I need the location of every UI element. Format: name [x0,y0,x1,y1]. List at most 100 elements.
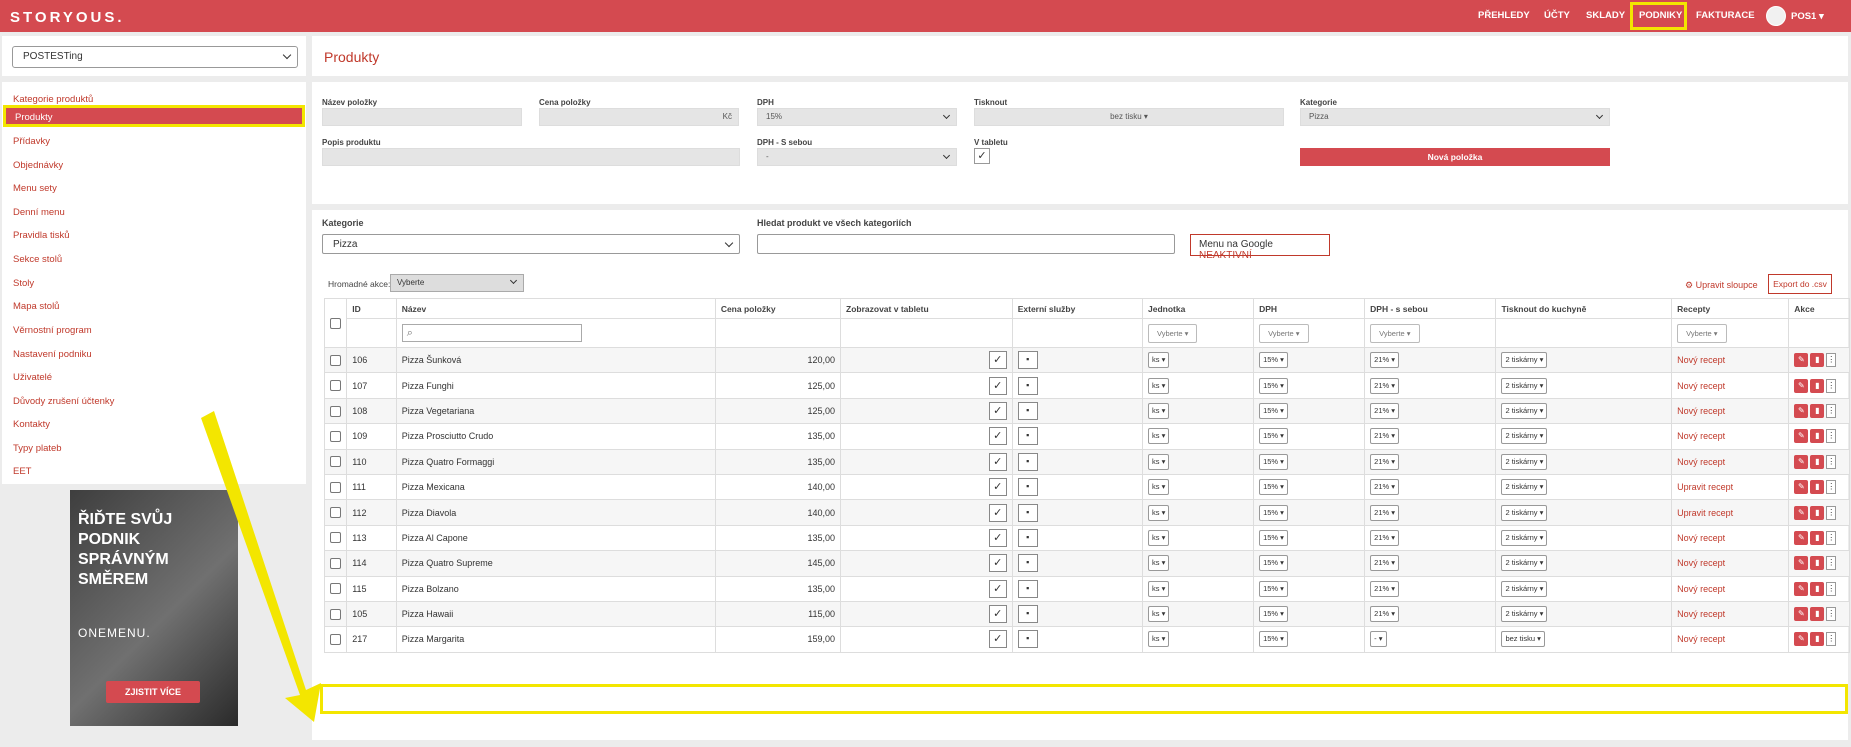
tablet-checkmark-icon[interactable]: ✓ [988,554,1007,573]
storyous-logo[interactable]: STORYOUS. [10,9,125,26]
tablet-checkmark-icon[interactable]: ✓ [988,351,1007,370]
tablet-checkmark-icon[interactable]: ✓ [988,376,1007,395]
row-checkbox[interactable] [330,405,341,417]
vat-takeaway-select[interactable]: - ▾ [1370,631,1387,648]
drag-handle-icon[interactable]: ⋮ [1826,556,1837,571]
drag-handle-icon[interactable]: ⋮ [1826,353,1837,368]
sidebar-item-menu-sety[interactable]: Menu sety [13,183,57,194]
drag-handle-icon[interactable]: ⋮ [1826,632,1837,647]
external-services-icon[interactable]: ▪ [1017,528,1038,547]
col-external[interactable]: Externí služby [1011,298,1144,319]
sidebar-item-mapa-stolu[interactable]: Mapa stolů [13,301,59,312]
row-name[interactable]: Pizza Prosciutto Crudo [395,423,716,450]
unit-select[interactable]: ks ▾ [1148,453,1170,470]
sidebar-item-kontakty[interactable]: Kontakty [13,419,50,430]
sidebar-item-stoly[interactable]: Stoly [13,278,34,289]
row-recipe-link[interactable]: Nový recept [1671,575,1790,602]
trash-icon[interactable]: ▮ [1810,429,1825,444]
trash-icon[interactable]: ▮ [1810,353,1825,368]
external-services-icon[interactable]: ▪ [1017,503,1038,522]
external-services-icon[interactable]: ▪ [1017,452,1038,471]
row-checkbox[interactable] [330,430,341,442]
vat-takeaway-select[interactable]: 21% ▾ [1370,504,1400,521]
drag-handle-icon[interactable]: ⋮ [1826,581,1837,596]
trash-icon[interactable]: ▮ [1810,607,1825,622]
vat-select[interactable]: 15% ▾ [1259,504,1288,521]
row-name[interactable]: Pizza Quatro Formaggi [395,448,716,475]
vat-select[interactable]: 15% ▾ [1259,453,1288,470]
trash-icon[interactable]: ▮ [1810,454,1825,469]
sidebar-item-vernostni-program[interactable]: Věrnostní program [13,325,92,336]
external-services-icon[interactable]: ▪ [1017,554,1038,573]
edit-icon[interactable]: ✎ [1794,353,1809,368]
trash-icon[interactable]: ▮ [1810,480,1825,495]
sidebar-item-objednavky[interactable]: Objednávky [13,160,63,171]
sidebar-item-produkty[interactable]: Produkty [3,105,305,127]
col-print-kitchen[interactable]: Tisknout do kuchyně [1495,298,1673,319]
vat-takeaway-select[interactable]: - [757,148,957,166]
new-item-button[interactable]: Nová položka [1300,148,1610,166]
trash-icon[interactable]: ▮ [1810,530,1825,545]
vat-takeaway-select[interactable]: 21% ▾ [1370,453,1400,470]
print-kitchen-select[interactable]: 2 tiskárny ▾ [1501,580,1548,597]
external-services-icon[interactable]: ▪ [1017,630,1038,649]
row-recipe-link[interactable]: Upravit recept [1671,473,1790,501]
row-recipe-link[interactable]: Nový recept [1671,600,1790,628]
row-recipe-link[interactable]: Nový recept [1671,550,1790,577]
tablet-checkmark-icon[interactable]: ✓ [988,579,1007,598]
col-tablet[interactable]: Zobrazovat v tabletu [840,298,1013,319]
row-recipe-link[interactable]: Upravit recept [1671,499,1790,526]
print-kitchen-select[interactable]: 2 tiskárny ▾ [1501,428,1548,445]
vat-select[interactable]: 15% ▾ [1259,377,1288,394]
tablet-checkmark-icon[interactable]: ✓ [988,605,1007,624]
vat-select[interactable]: 15% [757,108,957,126]
external-services-icon[interactable]: ▪ [1017,351,1038,370]
print-select[interactable]: bez tisku ▾ [974,108,1284,126]
vat-select[interactable]: 15% ▾ [1259,529,1288,546]
col-unit[interactable]: Jednotka [1141,298,1255,319]
row-recipe-link[interactable]: Nový recept [1671,423,1790,450]
nav-sklady[interactable]: SKLADY [1586,10,1625,21]
product-search-input[interactable] [757,234,1175,254]
vat-select[interactable]: 15% ▾ [1259,606,1288,623]
col-vat[interactable]: DPH [1253,298,1366,319]
nav-ucty[interactable]: ÚČTY [1544,10,1570,21]
trash-icon[interactable]: ▮ [1810,556,1825,571]
row-recipe-link[interactable]: Nový recept [1671,372,1790,399]
row-checkbox[interactable] [330,507,341,519]
filter-category-select[interactable]: Pizza [322,234,740,254]
unit-filter-select[interactable]: Vyberte ▾ [1148,323,1198,343]
vat-select[interactable]: 15% ▾ [1259,631,1288,648]
edit-columns-link[interactable]: ⚙ Upravit sloupce [1685,280,1758,291]
google-menu-button[interactable]: Menu na Google NEAKTIVNÍ [1190,234,1330,261]
sidebar-item-sekce-stolu[interactable]: Sekce stolů [13,254,62,265]
row-name[interactable]: Pizza Mexicana [395,473,716,501]
price-input[interactable]: Kč [539,108,739,126]
vat-select[interactable]: 15% ▾ [1259,479,1288,496]
drag-handle-icon[interactable]: ⋮ [1826,505,1837,520]
row-name[interactable]: Pizza Vegetariana [395,397,716,425]
row-name[interactable]: Pizza Margarita [395,626,716,653]
tablet-checkmark-icon[interactable]: ✓ [988,452,1007,471]
desc-input[interactable] [322,148,740,166]
print-kitchen-select[interactable]: bez tisku ▾ [1501,631,1545,648]
print-kitchen-select[interactable]: 2 tiskárny ▾ [1501,402,1548,419]
unit-select[interactable]: ks ▾ [1148,352,1170,369]
vat-takeaway-select[interactable]: 21% ▾ [1370,529,1400,546]
tablet-checkmark-icon[interactable]: ✓ [988,528,1007,547]
unit-select[interactable]: ks ▾ [1148,402,1170,419]
sidebar-item-uzivatele[interactable]: Uživatelé [13,372,52,383]
recipe-filter-select[interactable]: Vyberte ▾ [1677,323,1727,343]
external-services-icon[interactable]: ▪ [1017,605,1038,624]
unit-select[interactable]: ks ▾ [1148,606,1170,623]
trash-icon[interactable]: ▮ [1810,378,1825,393]
vat-takeaway-select[interactable]: 21% ▾ [1370,479,1400,496]
print-kitchen-select[interactable]: 2 tiskárny ▾ [1501,606,1548,623]
tablet-checkmark-icon[interactable]: ✓ [988,503,1007,522]
edit-icon[interactable]: ✎ [1794,403,1809,418]
edit-icon[interactable]: ✎ [1794,632,1809,647]
edit-icon[interactable]: ✎ [1794,378,1809,393]
vat-takeaway-select[interactable]: 21% ▾ [1370,352,1400,369]
print-kitchen-select[interactable]: 2 tiskárny ▾ [1501,504,1548,521]
edit-icon[interactable]: ✎ [1794,480,1809,495]
